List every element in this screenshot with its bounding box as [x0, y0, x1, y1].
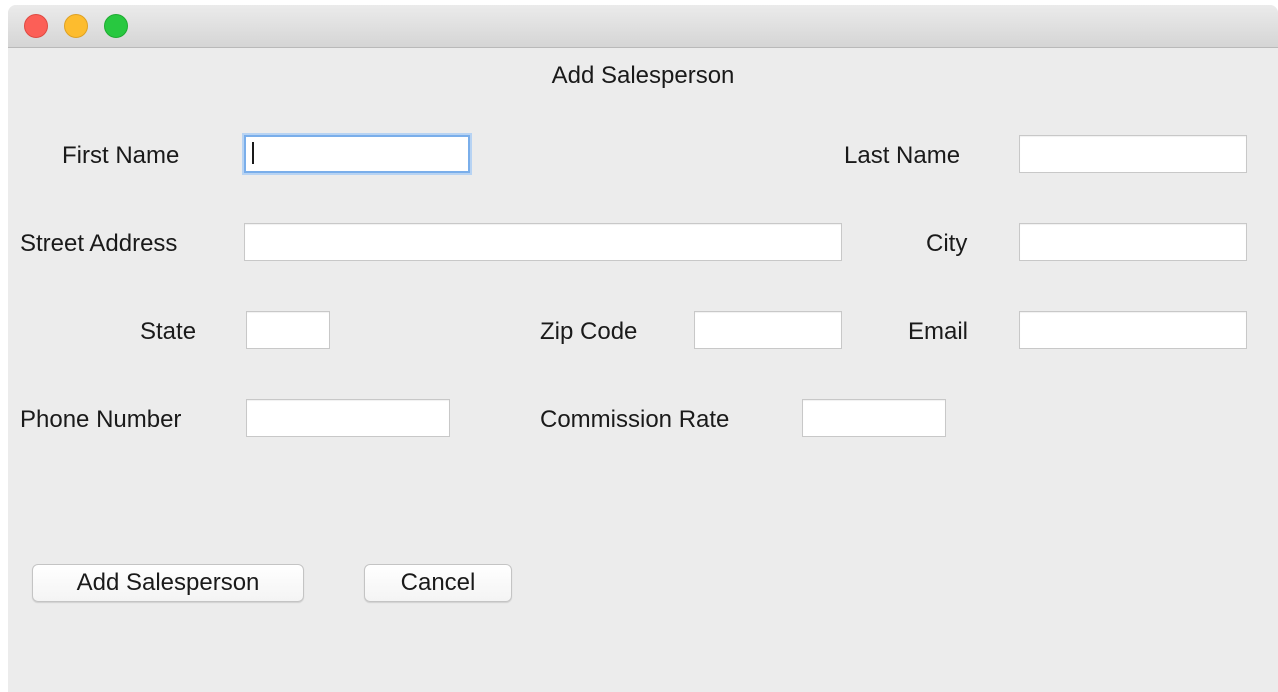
phone-number-input[interactable] [246, 399, 450, 437]
title-bar[interactable] [8, 5, 1278, 48]
zip-code-label: Zip Code [540, 318, 638, 345]
app-window: Add Salesperson First Name Last Name Str… [8, 5, 1278, 692]
dialog-title: Add Salesperson [551, 62, 735, 89]
city-input[interactable] [1019, 223, 1247, 261]
last-name-label: Last Name [844, 142, 961, 169]
text-caret [252, 142, 254, 164]
state-label: State [140, 318, 197, 345]
first-name-input[interactable] [244, 135, 470, 173]
first-name-field-wrapper [244, 135, 470, 173]
add-salesperson-button[interactable]: Add Salesperson [32, 564, 304, 602]
street-address-label: Street Address [20, 230, 178, 257]
minimize-window-icon[interactable] [64, 14, 88, 38]
cancel-button[interactable]: Cancel [364, 564, 512, 602]
first-name-label: First Name [62, 142, 180, 169]
last-name-input[interactable] [1019, 135, 1247, 173]
city-label: City [926, 230, 968, 257]
commission-rate-label: Commission Rate [540, 406, 730, 433]
commission-rate-input[interactable] [802, 399, 946, 437]
email-input[interactable] [1019, 311, 1247, 349]
phone-number-label: Phone Number [20, 406, 182, 433]
zip-code-input[interactable] [694, 311, 842, 349]
maximize-window-icon[interactable] [104, 14, 128, 38]
state-input[interactable] [246, 311, 330, 349]
close-window-icon[interactable] [24, 14, 48, 38]
street-address-input[interactable] [244, 223, 842, 261]
email-label: Email [908, 318, 969, 345]
